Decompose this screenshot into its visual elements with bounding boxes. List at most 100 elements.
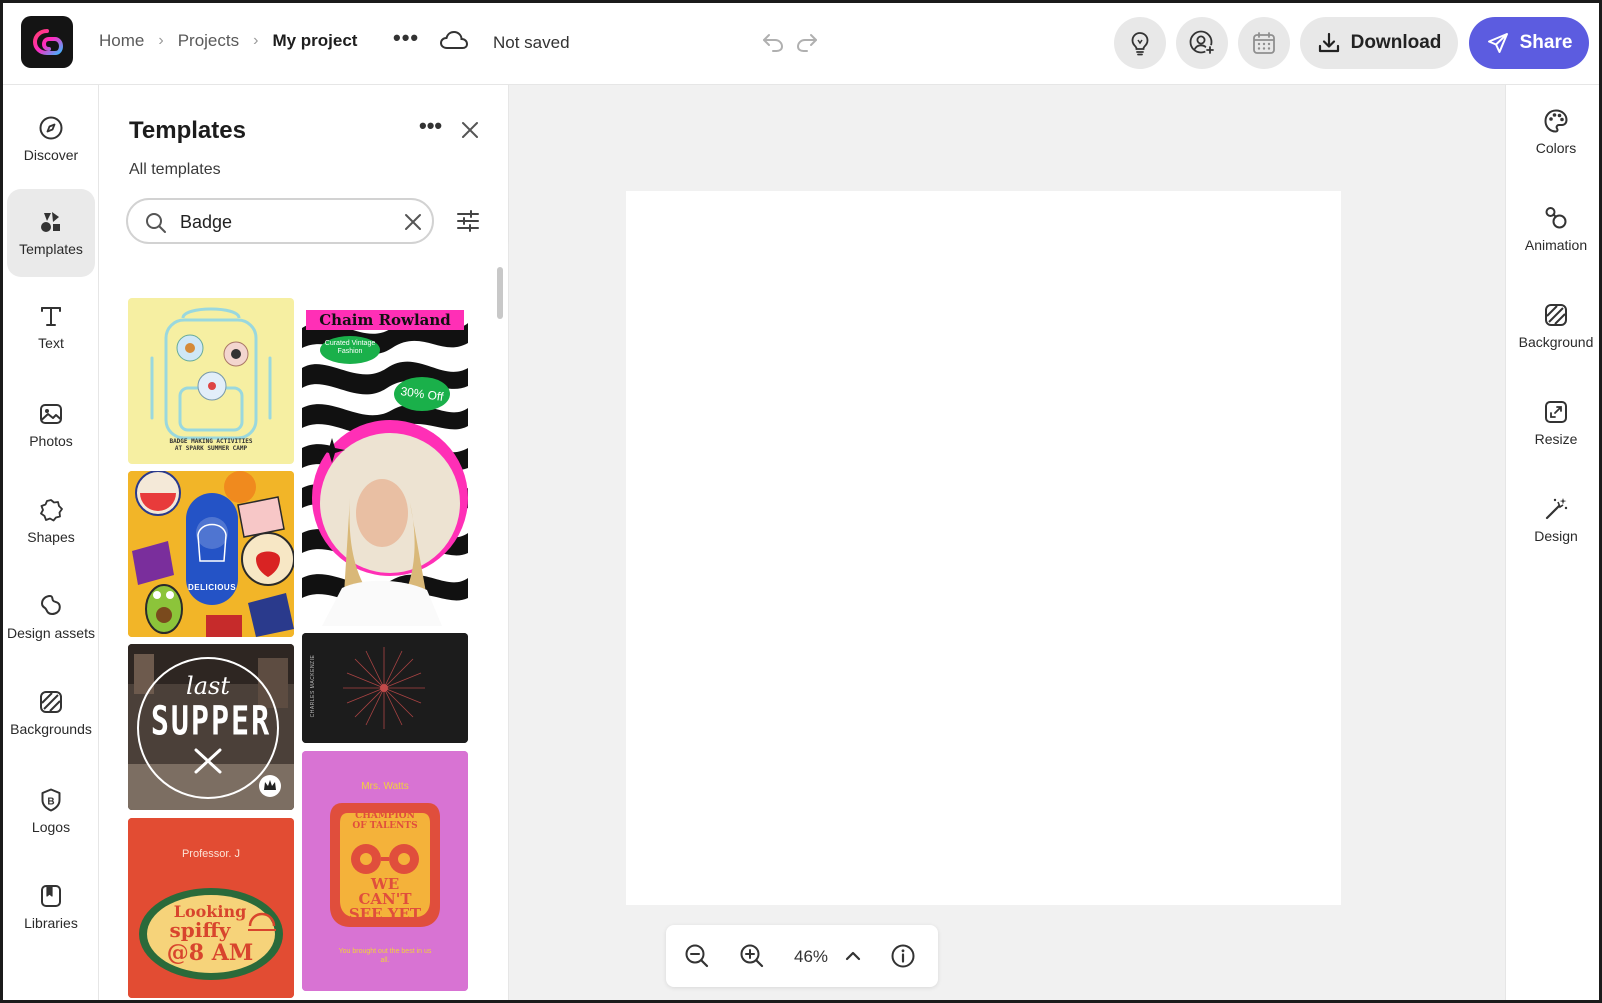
share-label: Share [1519,32,1573,53]
add-user-icon [1189,30,1215,55]
starburst-illustration [302,633,468,743]
template-search-field[interactable]: Badge [126,198,434,244]
project-more-options-icon[interactable]: ••• [393,25,419,51]
template-card-looking-spiffy[interactable]: Professor. J Looking spiffy @8 AM [128,818,294,998]
template-vertical-name: CHARLES MACKENZIE [310,654,316,718]
app-logo[interactable] [21,16,73,68]
magic-wand-icon [1545,498,1568,520]
rail-label: Shapes [27,529,75,545]
backgrounds-icon [40,691,62,713]
background-icon [1545,304,1567,326]
shapes-icon [40,499,63,522]
rail-item-animation[interactable]: Animation [1506,184,1599,274]
share-button[interactable]: Share [1469,17,1589,69]
design-canvas-page[interactable] [626,191,1341,905]
zoom-out-icon[interactable] [684,943,710,969]
rail-label: Colors [1535,140,1577,156]
chevron-right-icon: › [158,32,164,49]
rail-label: Background [1518,334,1594,350]
text-icon [41,307,61,326]
rail-label: Animation [1524,237,1588,253]
photo-icon [40,404,62,424]
breadcrumb-current-project[interactable]: My project [272,31,357,51]
zoom-in-icon[interactable] [739,943,765,969]
template-line-3: @8 AM [166,940,254,966]
rail-item-resize[interactable]: Resize [1506,378,1599,468]
template-title: Chaim Rowland [306,310,464,330]
svg-text:B: B [47,797,54,808]
close-icon[interactable] [461,121,479,139]
templates-panel: Templates All templates ••• Badge BADGE … [99,85,509,1000]
panel-more-options-icon[interactable]: ••• [419,113,442,139]
search-input[interactable]: Badge [180,212,232,233]
canvas-workspace: 46% [509,85,1505,1000]
rail-item-background[interactable]: Background [1506,281,1599,371]
calendar-icon [1253,32,1275,54]
rail-label: Design [1534,528,1578,544]
animation-icon [1545,207,1567,229]
template-badge-text: DELICIOUS [187,583,237,592]
right-properties-rail: Colors Animation Background Resize Desig… [1505,85,1599,1000]
rail-item-design-assets[interactable]: Design assets [7,573,95,661]
template-card-food-stickers[interactable]: DELICIOUS [128,471,294,637]
panel-title: Templates [129,117,246,144]
schedule-button[interactable] [1238,17,1290,69]
template-tagline: Curated Vintage Fashion [324,340,376,355]
rail-item-libraries[interactable]: Libraries [7,863,95,951]
rail-item-text[interactable]: Text [7,283,95,371]
info-icon[interactable] [890,943,916,969]
panel-scrollbar[interactable] [497,267,503,319]
template-recipient: Mrs. Watts [361,781,409,792]
rail-item-photos[interactable]: Photos [7,381,95,469]
rail-label: Discover [23,147,79,163]
invite-collaborator-button[interactable] [1176,17,1228,69]
search-icon [144,211,168,235]
chevron-right-icon: › [253,32,259,49]
template-card-champion[interactable]: Mrs. Watts CHAMPION OF TALENTS WE CAN'T … [302,751,468,991]
chevron-up-icon[interactable] [844,947,862,965]
template-card-vintage-fashion[interactable]: Chaim Rowland Curated Vintage Fashion 30… [302,298,468,626]
template-card-dark-burst[interactable]: CHARLES MACKENZIE [302,633,468,743]
rail-item-design[interactable]: Design [1506,475,1599,565]
resize-icon [1545,401,1567,423]
clear-search-icon[interactable] [404,213,422,231]
rail-item-templates[interactable]: Templates [7,189,95,277]
template-caption: BADGE MAKING ACTIVITIES AT SPARK SUMMER … [169,438,253,452]
rail-label: Text [38,335,64,351]
templates-icon [41,212,60,232]
breadcrumb-projects[interactable]: Projects [178,31,239,51]
rail-item-logos[interactable]: B Logos [7,767,95,855]
rail-label: Libraries [24,915,78,931]
rail-item-colors[interactable]: Colors [1506,87,1599,177]
template-badge-bottom: WE CAN'T SEE YET [348,875,422,923]
creative-cloud-logo-icon [32,29,64,55]
zoom-controls: 46% [666,925,938,987]
template-headline: SUPPER [150,697,272,746]
template-badge-top: CHAMPION OF TALENTS [352,811,418,831]
zoom-level[interactable]: 46% [794,947,828,967]
download-label: Download [1350,32,1442,53]
ideas-button[interactable] [1114,17,1166,69]
left-nav-rail: Discover Templates Text Photos Shapes De… [3,85,99,1000]
filter-icon[interactable] [456,209,480,233]
app-window: Home › Projects › My project ••• Not sav… [0,0,1602,1003]
rail-label: Design assets [7,625,95,641]
panel-subtitle[interactable]: All templates [129,161,221,179]
rail-item-shapes[interactable]: Shapes [7,477,95,565]
template-name: Professor. J [181,848,241,860]
undo-icon[interactable] [761,30,785,54]
download-button[interactable]: Download [1300,17,1458,69]
template-card-last-supper[interactable]: last SUPPER [128,644,294,810]
template-line-2: spiffy [169,918,231,942]
template-card-badge-camp[interactable]: BADGE MAKING ACTIVITIES AT SPARK SUMMER … [128,298,294,464]
libraries-icon [41,885,61,907]
redo-icon[interactable] [795,30,819,54]
rail-label: Backgrounds [10,721,92,737]
rail-label: Photos [29,433,73,449]
breadcrumb-home[interactable]: Home [99,31,144,51]
rail-item-discover[interactable]: Discover [7,95,95,183]
lightbulb-icon [1131,32,1149,56]
rail-label: Templates [19,241,83,257]
rail-item-backgrounds[interactable]: Backgrounds [7,669,95,757]
download-icon [1318,32,1339,53]
